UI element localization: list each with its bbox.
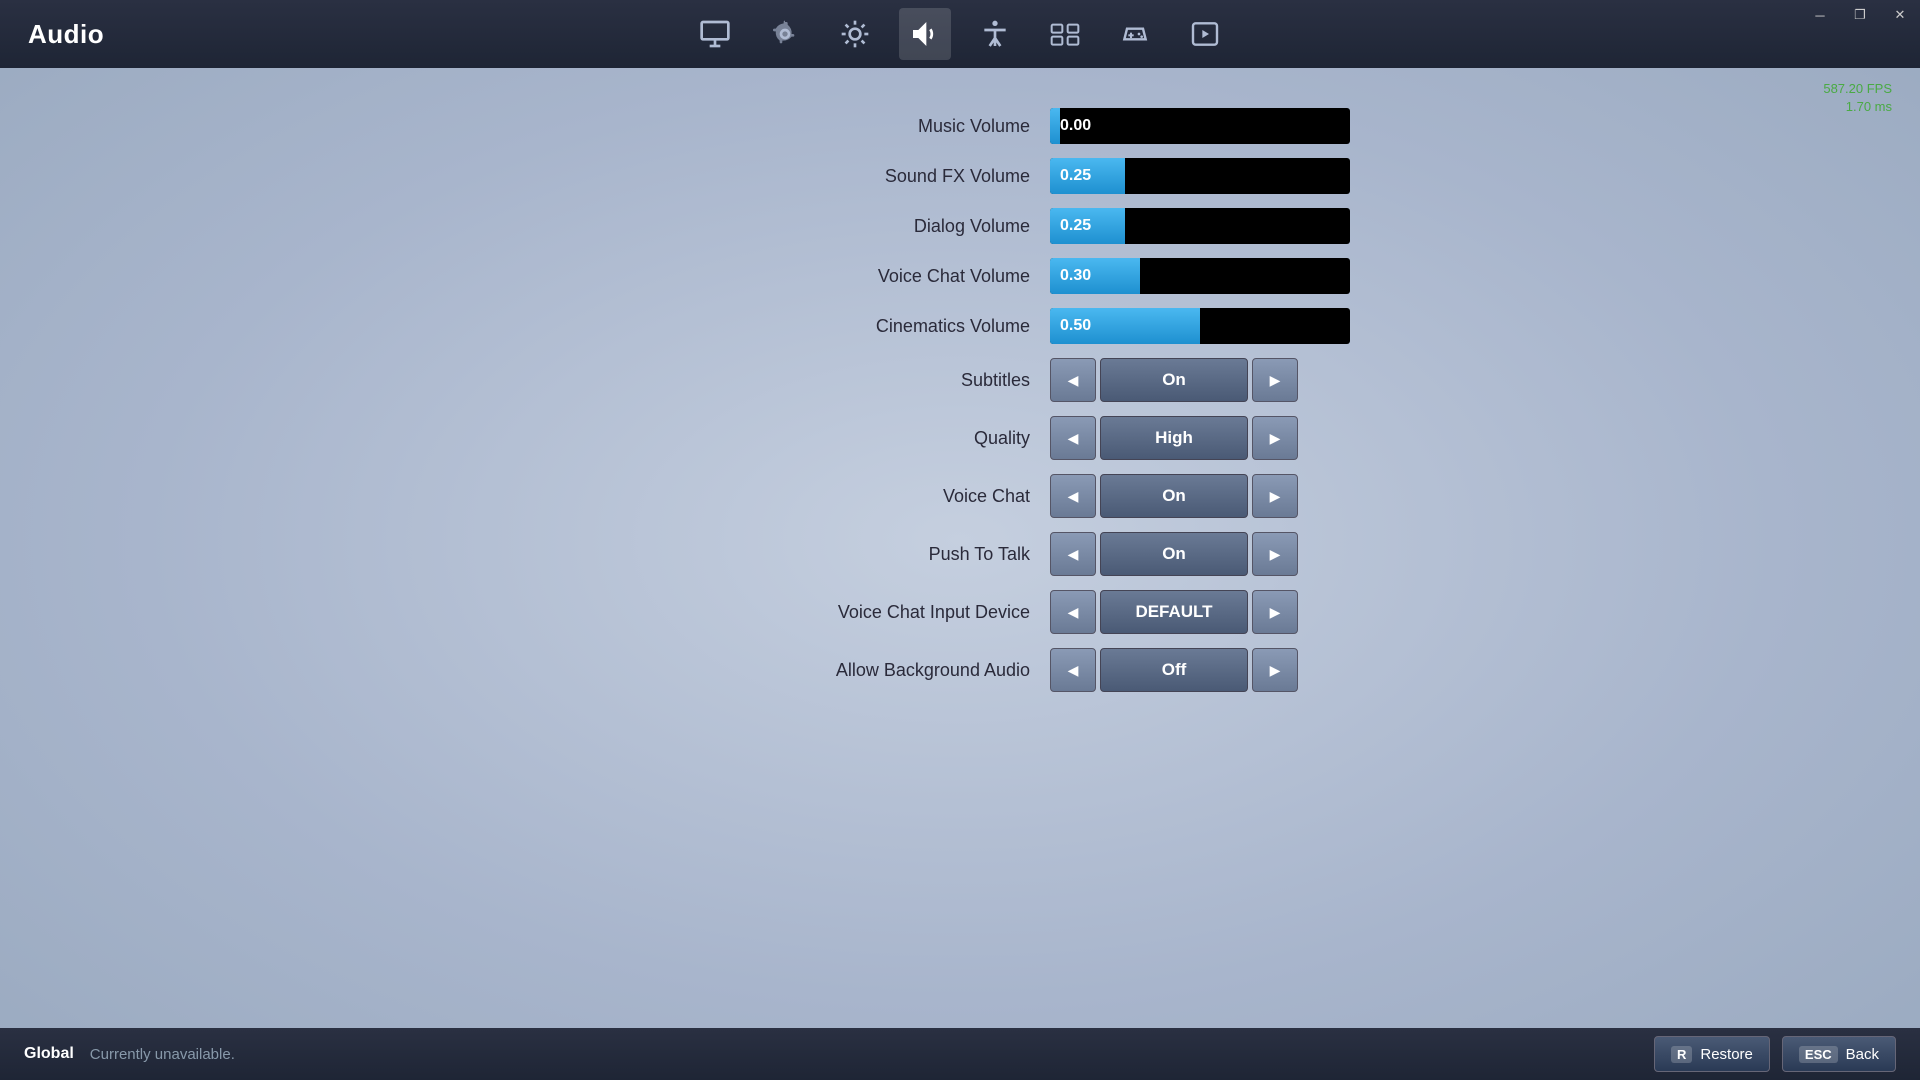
voicechat-volume-value: 0.30	[1060, 267, 1091, 285]
nav-icons	[689, 8, 1231, 60]
voicechat-input-next-button[interactable]: ▶	[1252, 590, 1298, 634]
fps-ms: 1.70 ms	[1823, 98, 1892, 116]
dialog-volume-slider[interactable]: 0.25	[1050, 208, 1350, 244]
pushtotalk-label: Push To Talk	[680, 544, 1050, 565]
window-controls: ─ ❐ ✕	[1800, 0, 1920, 30]
bottom-bar: Global Currently unavailable. R Restore …	[0, 1028, 1920, 1080]
pushtotalk-value: On	[1100, 532, 1248, 576]
fps-value: 587.20 FPS	[1823, 80, 1892, 98]
nav-controller[interactable]	[1109, 8, 1161, 60]
voicechat-value: On	[1100, 474, 1248, 518]
music-volume-slider[interactable]: 0.00	[1050, 108, 1350, 144]
soundfx-volume-row: Sound FX Volume 0.25	[680, 158, 1440, 194]
subtitles-next-button[interactable]: ▶	[1252, 358, 1298, 402]
background-audio-label: Allow Background Audio	[680, 660, 1050, 681]
voicechat-label: Voice Chat	[680, 486, 1050, 507]
restore-key: R	[1671, 1046, 1692, 1063]
bottom-actions: R Restore ESC Back	[1654, 1036, 1896, 1072]
restore-label: Restore	[1700, 1046, 1753, 1063]
background-audio-next-button[interactable]: ▶	[1252, 648, 1298, 692]
voicechat-next-button[interactable]: ▶	[1252, 474, 1298, 518]
voicechat-input-value: DEFAULT	[1100, 590, 1248, 634]
pushtotalk-prev-button[interactable]: ◀	[1050, 532, 1096, 576]
pushtotalk-toggle: ◀ On ▶	[1050, 532, 1298, 576]
global-label: Global	[24, 1045, 74, 1063]
close-button[interactable]: ✕	[1880, 0, 1920, 30]
quality-value: High	[1100, 416, 1248, 460]
voicechat-input-label: Voice Chat Input Device	[680, 602, 1050, 623]
subtitles-label: Subtitles	[680, 370, 1050, 391]
quality-row: Quality ◀ High ▶	[680, 416, 1440, 460]
quality-prev-button[interactable]: ◀	[1050, 416, 1096, 460]
subtitles-value: On	[1100, 358, 1248, 402]
voicechat-input-row: Voice Chat Input Device ◀ DEFAULT ▶	[680, 590, 1440, 634]
back-label: Back	[1846, 1046, 1879, 1063]
voicechat-volume-label: Voice Chat Volume	[680, 266, 1050, 287]
cinematics-volume-slider[interactable]: 0.50	[1050, 308, 1350, 344]
nav-video[interactable]	[829, 8, 881, 60]
music-volume-value: 0.00	[1060, 117, 1091, 135]
nav-replay[interactable]	[1179, 8, 1231, 60]
back-button[interactable]: ESC Back	[1782, 1036, 1896, 1072]
minimize-button[interactable]: ─	[1800, 0, 1840, 30]
quality-label: Quality	[680, 428, 1050, 449]
dialog-volume-row: Dialog Volume 0.25	[680, 208, 1440, 244]
voicechat-row: Voice Chat ◀ On ▶	[680, 474, 1440, 518]
nav-display[interactable]	[689, 8, 741, 60]
voicechat-volume-slider[interactable]: 0.30	[1050, 258, 1350, 294]
quality-next-button[interactable]: ▶	[1252, 416, 1298, 460]
voicechat-prev-button[interactable]: ◀	[1050, 474, 1096, 518]
background-audio-value: Off	[1100, 648, 1248, 692]
voicechat-toggle: ◀ On ▶	[1050, 474, 1298, 518]
fps-counter: 587.20 FPS 1.70 ms	[1823, 80, 1892, 116]
nav-hud[interactable]	[1039, 8, 1091, 60]
background-audio-prev-button[interactable]: ◀	[1050, 648, 1096, 692]
settings-area: Music Volume 0.00 Sound FX Volume 0.25 D…	[680, 108, 1440, 706]
soundfx-volume-value: 0.25	[1060, 167, 1091, 185]
voicechat-input-toggle: ◀ DEFAULT ▶	[1050, 590, 1298, 634]
pushtotalk-next-button[interactable]: ▶	[1252, 532, 1298, 576]
restore-button[interactable]: ❐	[1840, 0, 1880, 30]
main-content: Music Volume 0.00 Sound FX Volume 0.25 D…	[0, 68, 1920, 706]
subtitles-prev-button[interactable]: ◀	[1050, 358, 1096, 402]
soundfx-volume-slider[interactable]: 0.25	[1050, 158, 1350, 194]
subtitles-toggle: ◀ On ▶	[1050, 358, 1298, 402]
cinematics-volume-value: 0.50	[1060, 317, 1091, 335]
status-text: Currently unavailable.	[90, 1046, 235, 1063]
music-volume-row: Music Volume 0.00	[680, 108, 1440, 144]
background-audio-toggle: ◀ Off ▶	[1050, 648, 1298, 692]
back-key: ESC	[1799, 1046, 1838, 1063]
nav-accessibility[interactable]	[969, 8, 1021, 60]
dialog-volume-label: Dialog Volume	[680, 216, 1050, 237]
top-bar: Audio	[0, 0, 1920, 68]
subtitles-row: Subtitles ◀ On ▶	[680, 358, 1440, 402]
soundfx-volume-label: Sound FX Volume	[680, 166, 1050, 187]
pushtotalk-row: Push To Talk ◀ On ▶	[680, 532, 1440, 576]
voicechat-input-prev-button[interactable]: ◀	[1050, 590, 1096, 634]
nav-settings[interactable]	[759, 8, 811, 60]
background-audio-row: Allow Background Audio ◀ Off ▶	[680, 648, 1440, 692]
music-volume-label: Music Volume	[680, 116, 1050, 137]
cinematics-volume-row: Cinematics Volume 0.50	[680, 308, 1440, 344]
page-title: Audio	[0, 19, 104, 50]
dialog-volume-value: 0.25	[1060, 217, 1091, 235]
quality-toggle: ◀ High ▶	[1050, 416, 1298, 460]
voicechat-volume-row: Voice Chat Volume 0.30	[680, 258, 1440, 294]
nav-audio[interactable]	[899, 8, 951, 60]
cinematics-volume-label: Cinematics Volume	[680, 316, 1050, 337]
restore-button[interactable]: R Restore	[1654, 1036, 1770, 1072]
